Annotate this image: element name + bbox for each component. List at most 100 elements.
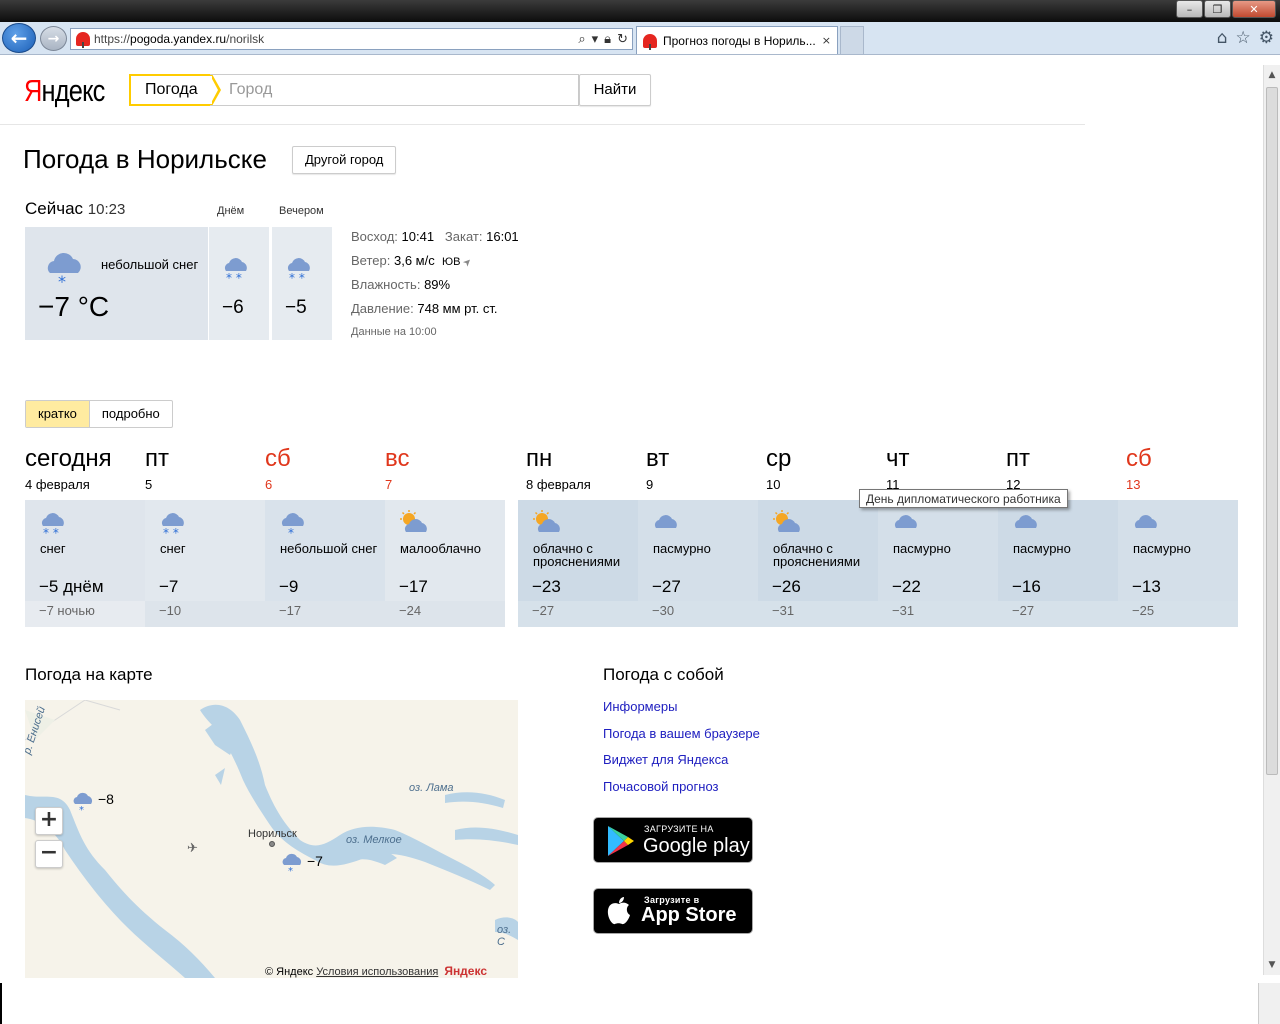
evening-label: Вечером — [279, 205, 324, 217]
forecast-view-switch[interactable]: кратко подробно — [25, 400, 173, 428]
forecast-cell[interactable]: пасмурно −16 −27 — [998, 500, 1118, 627]
forecast-night-temp: −25 — [1118, 601, 1238, 627]
city-label: Норильск — [248, 828, 297, 840]
forecast-description: облачно с прояснениями — [773, 541, 861, 569]
forecast-date: 4 февраля — [25, 477, 90, 492]
minimize-button[interactable]: – — [1176, 0, 1203, 18]
forecast-day-header: ср 10 — [766, 445, 791, 492]
zoom-in-button[interactable]: + — [35, 807, 63, 835]
forecast-day-header: вс 7 — [385, 445, 409, 492]
browser-tab[interactable]: Прогноз погоды в Нориль... × — [636, 26, 838, 54]
forecast-day-name: сегодня — [25, 445, 112, 472]
scrollbar-thumb[interactable] — [1266, 87, 1278, 775]
forecast-night-temp: −30 — [638, 601, 758, 627]
forecast-cell[interactable]: пасмурно −27 −30 — [638, 500, 758, 627]
window-titlebar: – ❐ ✕ — [0, 0, 1280, 22]
forecast-date: 8 февраля — [526, 477, 591, 492]
forecast-night-temp: −7 ночью — [25, 601, 145, 627]
map-yandex-logo: Яндекс — [444, 964, 487, 978]
day-temperature: −6 — [222, 297, 244, 318]
zoom-out-button[interactable]: − — [35, 840, 63, 868]
forecast-cell[interactable]: пасмурно −22 −31 — [878, 500, 998, 627]
google-play-badge[interactable]: ЗАГРУЗИТЕ НА Google play — [593, 817, 753, 863]
airport-icon: ✈ — [187, 841, 198, 856]
map-title: Погода на карте — [25, 665, 153, 684]
forecast-day-temp: −7 — [159, 577, 179, 596]
close-tab-icon[interactable]: × — [822, 34, 831, 47]
overcast-icon — [1011, 510, 1041, 539]
home-icon[interactable]: ⌂ — [1217, 28, 1228, 48]
forecast-cell[interactable]: облачно с прояснениями −23 −27 — [518, 500, 638, 627]
forecast-cell[interactable]: * * снег −7 −10 — [145, 500, 265, 627]
detailed-view-button[interactable]: подробно — [90, 401, 172, 427]
forward-button[interactable]: → — [40, 26, 67, 51]
link-widget[interactable]: Виджет для Яндекса — [603, 752, 760, 779]
forecast-day-name: ср — [766, 445, 792, 472]
yandex-logo[interactable]: Яндекс — [24, 73, 105, 109]
forecast-day-header: сегодня 4 февраля — [25, 445, 112, 492]
forecast-day-header: сб 6 — [265, 445, 291, 492]
brief-view-button[interactable]: кратко — [26, 401, 90, 427]
back-arrow-icon: ← — [10, 26, 28, 50]
refresh-icon[interactable]: ↻ — [617, 32, 628, 47]
forecast-cell[interactable]: пасмурно −13 −25 — [1118, 500, 1238, 627]
forecast-day-header: чт 11 — [886, 445, 910, 492]
snow-icon: * * — [158, 510, 188, 543]
close-window-button[interactable]: ✕ — [1232, 0, 1276, 18]
settings-gear-icon[interactable]: ⚙ — [1259, 28, 1274, 48]
forecast-description: малооблачно — [400, 541, 481, 556]
forecast-day-temp: −23 — [532, 577, 561, 596]
evening-weather-card: * * −5 — [272, 227, 332, 340]
forecast-day-name: пт — [1006, 445, 1030, 472]
sunset-time: 16:01 — [486, 229, 519, 244]
with-you-links: Информеры Погода в вашем браузере Виджет… — [603, 699, 760, 806]
forecast-day-temp: −5 днём — [39, 577, 104, 596]
find-button[interactable]: Найти — [579, 74, 651, 106]
wind-speed: 3,6 м/с — [393, 253, 435, 268]
favorites-star-icon[interactable]: ☆ — [1236, 28, 1251, 48]
forecast-day-name: пн — [526, 445, 553, 472]
back-button[interactable]: ← — [2, 23, 36, 53]
city-search-input[interactable]: Город — [210, 74, 579, 106]
scroll-up-icon[interactable]: ▲ — [1264, 67, 1280, 83]
dropdown-arrow-icon[interactable]: ▾ — [592, 32, 599, 47]
svg-text:*: * — [288, 866, 293, 874]
forecast-description: снег — [160, 541, 186, 556]
forecast-night-temp: −10 — [145, 601, 265, 627]
svg-text:*: * — [79, 805, 84, 813]
lock-icon[interactable]: 🔒︎ — [604, 32, 611, 47]
app-store-badge[interactable]: Загрузите в App Store — [593, 888, 753, 934]
link-informers[interactable]: Информеры — [603, 699, 760, 726]
forecast-day-name: пт — [145, 445, 169, 472]
terms-link[interactable]: Условия использования — [316, 966, 438, 978]
search-icon[interactable]: ⌕ — [578, 32, 585, 47]
address-url[interactable]: https://pogoda.yandex.ru/norilsk — [94, 32, 264, 46]
weather-map[interactable]: + − р. Енисей Норильск оз. Лама оз. Мелк… — [25, 700, 518, 978]
partly-cloudy-icon — [398, 510, 432, 541]
map-temp-west: −8 — [98, 791, 114, 807]
new-tab-button[interactable] — [840, 26, 864, 54]
forecast-day-temp: −17 — [399, 577, 428, 596]
forecast-cell[interactable]: * * снег −5 днём −7 ночью — [25, 500, 145, 627]
site-favicon — [76, 32, 90, 48]
forecast-night-temp: −24 — [385, 601, 505, 627]
forecast-cell[interactable]: * небольшой снег −9 −17 — [265, 500, 385, 627]
current-temperature: −7 °C — [38, 291, 110, 322]
restore-button[interactable]: ❐ — [1204, 0, 1231, 18]
forecast-cell[interactable]: малооблачно −17 −24 — [385, 500, 505, 627]
current-description: небольшой снег — [101, 257, 199, 272]
forecast-night-temp: −27 — [518, 601, 638, 627]
scroll-down-icon[interactable]: ▼ — [1264, 957, 1280, 973]
other-city-button[interactable]: Другой город — [292, 146, 397, 174]
address-bar[interactable]: https://pogoda.yandex.ru/norilsk ⌕ ▾ 🔒︎ … — [70, 28, 633, 50]
vertical-scrollbar[interactable]: ▲ ▼ — [1263, 65, 1280, 975]
link-browser-weather[interactable]: Погода в вашем браузере — [603, 726, 760, 753]
forecast-day-name: чт — [886, 445, 910, 472]
service-tab-weather[interactable]: Погода — [129, 74, 221, 106]
svg-text:*: * — [58, 272, 66, 289]
svg-text:* *: * * — [289, 271, 305, 283]
link-hourly[interactable]: Почасовой прогноз — [603, 779, 760, 806]
lake-label-lama: оз. Лама — [409, 782, 454, 794]
forecast-cell[interactable]: облачно с прояснениями −26 −31 — [758, 500, 878, 627]
forecast-date: 6 — [265, 477, 273, 492]
